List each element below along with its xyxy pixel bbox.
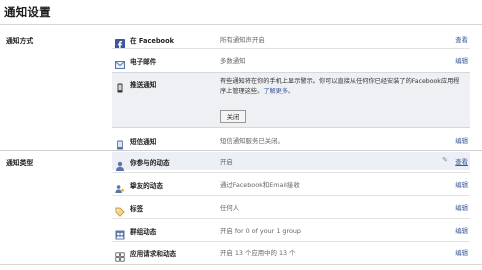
method-name: 短信通知 [130,138,157,146]
method-row-facebook[interactable]: 在 Facebook 所有通知声开启 查看 [112,30,470,49]
app-icon [115,247,125,262]
method-name: 在 Facebook [130,37,175,45]
edit-link[interactable]: 编辑 [455,226,468,235]
pencil-icon[interactable]: ✎ [442,156,448,164]
type-name: 标签 [130,205,144,213]
method-row-sms[interactable]: 短信通知 短信通知服务已关闭。 编辑 [112,131,470,150]
close-button[interactable]: 关闭 [220,110,246,123]
row-divider [112,241,470,242]
page-title: 通知设置 [4,5,51,19]
person-icon [115,156,125,171]
sms-icon [115,135,125,150]
type-value: 开启 [220,158,233,166]
push-description: 有些通知将在你的手机上显示警示。你可以直接从任何你已经安装了的Facebook应… [220,77,462,97]
section-label-methods: 通知方式 [6,37,34,45]
type-value: 通过Facebook和Email接收 [220,181,300,189]
type-row-close-friends[interactable]: 挚友的动态 通过Facebook和Email接收 编辑 [112,175,470,193]
edit-link[interactable]: 编辑 [455,248,468,257]
learn-more-link[interactable]: 了解更多。 [263,88,294,95]
facebook-icon [115,34,125,49]
type-name: 你参与的动态 [130,159,170,167]
star-icon [115,179,125,193]
row-divider [112,195,470,196]
phone-icon [115,78,125,93]
group-icon [115,225,125,240]
section-label-types: 通知类型 [6,159,34,167]
type-row-groups[interactable]: 群组动态 开启 for 0 of your 1 group 编辑 [112,221,470,240]
type-name: 群组动态 [130,228,157,236]
type-value: 开启 for 0 of your 1 group [220,227,301,235]
type-row-apps[interactable]: 应用请求和动态 开启 13 个应用中的 13 个 编辑 [112,243,470,262]
method-value: 短信通知服务已关闭。 [220,137,284,145]
view-link[interactable]: 查看 [455,35,468,44]
method-name: 电子邮件 [130,58,157,66]
row-divider [112,218,470,219]
type-value: 任何人 [220,204,240,212]
section-divider [0,150,482,151]
notification-settings-page: 通知设置 通知方式 在 Facebook 所有通知声开启 查看 电子邮件 多数通… [0,0,482,270]
type-row-tags[interactable]: 标签 任何人 编辑 [112,198,470,217]
type-row-participating[interactable]: 你参与的动态 开启 ✎ 查看 [112,152,470,171]
edit-link[interactable]: 编辑 [455,56,468,65]
title-divider [0,24,482,25]
type-name: 挚友的动态 [130,182,163,190]
tag-icon [115,202,125,217]
row-divider [112,48,470,49]
method-value: 多数通知 [220,57,246,65]
edit-link[interactable]: 编辑 [455,203,468,212]
edit-link[interactable]: 编辑 [455,136,468,145]
type-value: 开启 13 个应用中的 13 个 [220,249,296,257]
method-row-email[interactable]: 电子邮件 多数通知 编辑 [112,50,470,70]
email-icon [115,55,125,69]
method-name: 推送通知 [130,81,157,89]
type-name: 应用请求和动态 [130,250,177,258]
push-description-text: 有些通知将在你的手机上显示警示。你可以直接从任何你已经安装了的Facebook应… [220,78,460,95]
edit-link[interactable]: 编辑 [455,180,468,189]
row-divider [112,172,470,173]
method-value: 所有通知声开启 [220,36,265,44]
bottom-divider [0,264,482,265]
view-link[interactable]: 查看 [455,157,468,166]
push-notification-panel: 推送通知 有些通知将在你的手机上显示警示。你可以直接从任何你已经安装了的Face… [112,72,470,128]
